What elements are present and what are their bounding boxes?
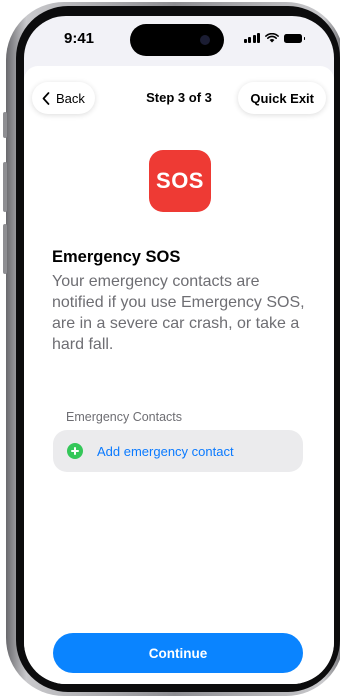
setup-sheet: Back Step 3 of 3 Quick Exit SOS Emergenc… [24,66,334,684]
nav-bar: Back Step 3 of 3 Quick Exit [24,78,334,118]
add-emergency-contact-label: Add emergency contact [97,443,234,459]
status-bar: 9:41 [24,16,334,66]
dynamic-island [130,24,224,56]
status-time: 9:41 [64,30,95,47]
quick-exit-button[interactable]: Quick Exit [238,82,326,114]
volume-down-button [3,224,7,274]
volume-up-button [3,162,7,212]
cellular-signal-icon [243,33,260,43]
emergency-contacts-header: Emergency Contacts [66,410,183,424]
phone-screen: 9:41 Back Step 3 of 3 Quick Exit SOS Eme… [24,16,334,684]
status-icons [243,33,305,43]
action-button [3,112,7,138]
add-emergency-contact-button[interactable]: Add emergency contact [53,430,303,472]
page-description: Your emergency contacts are notified if … [52,273,305,353]
sos-icon-label: SOS [156,168,204,193]
sos-icon: SOS [149,150,211,212]
continue-button[interactable]: Continue [53,633,303,673]
page-title: Emergency SOS [52,248,181,266]
add-circle-icon [67,443,83,459]
wifi-icon [265,33,279,43]
battery-icon [284,33,305,43]
camera-icon [200,35,210,45]
